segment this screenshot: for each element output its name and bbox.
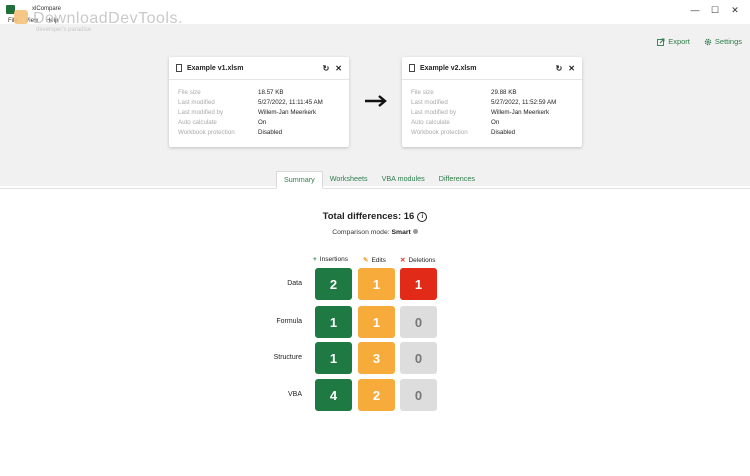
meta-key: Last modified by [178, 108, 224, 116]
meta-key: Last modified [411, 99, 448, 107]
cell-data-insertions[interactable]: 2 [315, 268, 352, 300]
menu-file[interactable]: File [8, 18, 18, 24]
menu-help[interactable]: Help [46, 18, 58, 24]
cell-structure-edits[interactable]: 3 [358, 342, 395, 374]
legend-deletions: ✕ Deletions [400, 256, 436, 265]
meta-value: Disabled [491, 128, 516, 136]
close-window-button[interactable]: ✕ [728, 4, 742, 16]
settings-button[interactable]: Settings [704, 37, 742, 46]
tab-differences[interactable]: Differences [432, 171, 482, 189]
left-file-header: Example v1.xlsm ↻ ✕ [169, 57, 349, 80]
meta-row: File size 29.88 KB [411, 88, 575, 98]
legend-insertions: + Insertions [313, 256, 348, 263]
cell-structure-insertions[interactable]: 1 [315, 342, 352, 374]
tab-bar: Summary Worksheets VBA modules Differenc… [276, 171, 482, 189]
legend-edits-label: Edits [371, 256, 386, 264]
row-label-data: Data [287, 280, 302, 287]
meta-row: Last modified 5/27/2022, 11:52:59 AM [411, 98, 575, 108]
gear-icon [704, 38, 712, 45]
row-label-structure: Structure [273, 354, 302, 361]
cell-vba-insertions[interactable]: 4 [315, 379, 352, 411]
meta-key: Auto calculate [178, 118, 217, 126]
reload-icon[interactable]: ↻ [323, 64, 330, 73]
tab-worksheets[interactable]: Worksheets [323, 171, 375, 189]
cell-vba-deletions[interactable]: 0 [400, 379, 437, 411]
arrow-right-icon [365, 95, 387, 107]
cell-formula-insertions[interactable]: 1 [315, 306, 352, 338]
meta-key: File size [178, 89, 201, 97]
meta-value: 18.57 KB [258, 89, 284, 97]
meta-key: File size [411, 89, 434, 97]
settings-label: Settings [714, 37, 742, 46]
right-file-card: Example v2.xlsm ↻ ✕ File size 29.88 KB La… [402, 57, 582, 147]
meta-value: Willem-Jan Meerkerk [491, 108, 550, 116]
meta-value: 29.88 KB [491, 89, 517, 97]
meta-row: Last modified by Willem-Jan Meerkerk [411, 108, 575, 118]
cell-formula-edits[interactable]: 1 [358, 306, 395, 338]
tab-vba-modules[interactable]: VBA modules [375, 171, 432, 189]
meta-value: Disabled [258, 128, 283, 136]
meta-value: On [258, 118, 267, 126]
right-file-name: Example v2.xlsm [420, 64, 477, 72]
meta-row: Last modified by Willem-Jan Meerkerk [178, 108, 342, 118]
tab-summary[interactable]: Summary [276, 171, 323, 189]
plus-icon: + [313, 256, 317, 263]
total-differences: Total differences: 16 i [0, 211, 750, 222]
row-label-formula: Formula [276, 318, 302, 325]
pencil-icon: ✎ [363, 257, 369, 264]
cell-formula-deletions[interactable]: 0 [400, 306, 437, 338]
meta-value: Willem-Jan Meerkerk [258, 108, 317, 116]
comparison-mode-value[interactable]: Smart [392, 229, 411, 236]
minimize-button[interactable]: — [688, 4, 702, 16]
right-file-header: Example v2.xlsm ↻ ✕ [402, 57, 582, 80]
info-icon[interactable]: i [417, 212, 428, 222]
app-icon [6, 5, 15, 14]
cell-data-deletions[interactable]: 1 [400, 268, 437, 300]
help-icon[interactable] [412, 229, 418, 234]
meta-row: Workbook protection Disabled [178, 127, 342, 137]
cell-structure-deletions[interactable]: 0 [400, 342, 437, 374]
export-button[interactable]: Export [657, 37, 690, 46]
top-actions: Export Settings [657, 37, 742, 46]
reload-icon[interactable]: ↻ [556, 64, 563, 73]
meta-row: Workbook protection Disabled [411, 127, 575, 137]
legend-insertions-label: Insertions [319, 256, 348, 263]
maximize-button[interactable]: ☐ [708, 4, 722, 16]
meta-key: Workbook protection [178, 128, 235, 136]
meta-row: File size 18.57 KB [178, 88, 342, 98]
meta-value: 5/27/2022, 11:11:45 AM [258, 99, 323, 107]
meta-key: Last modified by [411, 108, 457, 116]
comparison-mode-label: Comparison mode: [332, 229, 392, 236]
meta-value: 5/27/2022, 11:52:59 AM [491, 99, 557, 107]
meta-key: Auto calculate [411, 118, 450, 126]
close-icon[interactable]: ✕ [568, 64, 575, 73]
export-label: Export [668, 37, 690, 46]
close-icon[interactable]: ✕ [335, 64, 342, 73]
left-file-name: Example v1.xlsm [187, 64, 244, 72]
menu-view[interactable]: View [25, 18, 38, 24]
file-icon [176, 64, 182, 72]
right-file-meta: File size 29.88 KB Last modified 5/27/2022… [402, 80, 582, 137]
menu-bar: File View Help [8, 18, 64, 24]
legend-edits: ✎ Edits [363, 256, 386, 265]
legend-deletions-label: Deletions [408, 256, 436, 264]
meta-row: Last modified 5/27/2022, 11:11:45 AM [178, 98, 342, 108]
meta-key: Last modified [178, 99, 215, 107]
file-icon [409, 64, 415, 72]
meta-row: Auto calculate On [178, 117, 342, 127]
meta-value: On [491, 118, 500, 126]
title-bar: xlCompare — ☐ ✕ [0, 0, 750, 20]
left-file-meta: File size 18.57 KB Last modified 5/27/2022… [169, 80, 349, 137]
comparison-mode: Comparison mode: Smart [0, 229, 750, 236]
cell-data-edits[interactable]: 1 [358, 268, 395, 300]
x-icon: ✕ [400, 257, 406, 264]
cell-vba-edits[interactable]: 2 [358, 379, 395, 411]
left-file-card: Example v1.xlsm ↻ ✕ File size 18.57 KB La… [169, 57, 349, 147]
window-title: xlCompare [32, 6, 62, 12]
row-label-vba: VBA [287, 391, 302, 398]
total-differences-label: Total differences: 16 [322, 211, 415, 222]
meta-row: Auto calculate On [411, 117, 575, 127]
export-icon [657, 38, 665, 46]
meta-key: Workbook protection [411, 128, 468, 136]
